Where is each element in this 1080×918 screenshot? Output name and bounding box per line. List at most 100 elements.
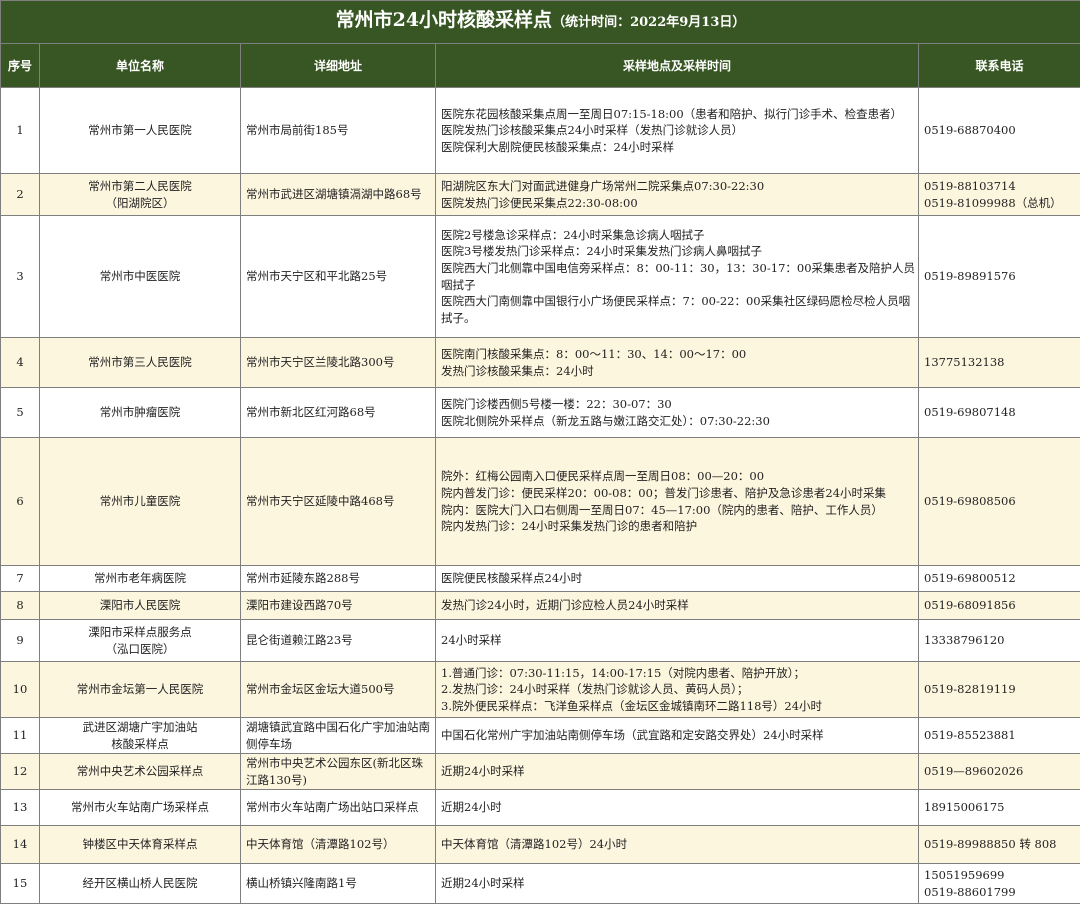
phone-line: 0519-81099988（总机） (924, 195, 1062, 210)
cell-phone: 13775132138 (918, 337, 1080, 388)
header-address: 详细地址 (240, 43, 436, 88)
table-title: 常州市24小时核酸采样点（统计时间：2022年9月13日） (0, 0, 1080, 44)
sampling-sites-sheet: 常州市24小时核酸采样点（统计时间：2022年9月13日） 序号 单位名称 详细… (0, 0, 1080, 918)
cell-address: 常州市武进区湖塘镇滆湖中路68号 (240, 173, 436, 216)
cell-unit-name: 常州中央艺术公园采样点 (39, 753, 241, 790)
phone-line: 0519-82819119 (924, 682, 1016, 697)
cell-address: 常州市天宁区延陵中路468号 (240, 437, 436, 566)
cell-no: 3 (0, 215, 40, 338)
details-line: 医院东花园核酸采集点周一至周日07:15-18:00（患者和陪护、拟行门诊手术、… (441, 106, 903, 121)
cell-details: 发热门诊24小时，近期门诊应检人员24小时采样 (435, 591, 919, 620)
cell-unit-name: 常州市第二人民医院 （阳湖院区） (39, 173, 241, 216)
address-line: 湖塘镇武宜路中国石化广宇加油站南侧停车场 (246, 719, 430, 751)
table-row: 11 武进区湖塘广宇加油站 核酸采样点 湖塘镇武宜路中国石化广宇加油站南侧停车场 中国石… (0, 717, 1080, 754)
cell-details: 近期24小时采样 (435, 863, 919, 904)
cell-address: 常州市天宁区和平北路25号 (240, 215, 436, 338)
details-line: 医院3号楼发热门诊采样点：24小时采集发热门诊病人鼻咽拭子 (441, 244, 762, 259)
name-line: 常州市火车站南广场采样点 (71, 800, 209, 815)
table-row: 7 常州市老年病医院 常州市延陵东路288号 医院便民核酸采样点24小时 0519-69… (0, 565, 1080, 592)
details-line: 阳湖院区东大门对面武进健身广场常州二院采集点07:30-22:30 (441, 178, 765, 193)
table-row: 6 常州市儿童医院 常州市天宁区延陵中路468号 院外：红梅公园南入口便民采样点周一至… (0, 437, 1080, 566)
cell-address: 常州市中央艺术公园东区(新北区珠江路130号) (240, 753, 436, 790)
phone-line: 0519-68870400 (924, 123, 1016, 138)
cell-no: 9 (0, 619, 40, 662)
details-line: 近期24小时 (441, 800, 502, 815)
cell-phone: 0519—89602026 (918, 753, 1080, 790)
name-line: （阳湖院区） (105, 195, 175, 210)
cell-no: 2 (0, 173, 40, 216)
cell-phone: 0519-69808506 (918, 437, 1080, 566)
header-name: 单位名称 (39, 43, 241, 88)
details-line: 医院便民核酸采样点24小时 (441, 571, 583, 586)
details-line: 院内发热门诊：24小时采集发热门诊的患者和陪护 (441, 519, 698, 534)
details-line: 医院门诊楼西侧5号楼一楼：22：30-07：30 (441, 396, 672, 411)
phone-line: 0519-89891576 (924, 269, 1016, 284)
cell-no: 10 (0, 661, 40, 718)
table-row: 12 常州中央艺术公园采样点 常州市中央艺术公园东区(新北区珠江路130号) 近期24… (0, 753, 1080, 790)
cell-unit-name: 常州市第一人民医院 (39, 87, 241, 174)
phone-line: 0519-88601799 (924, 884, 1016, 899)
phone-line: 15051959699 (924, 867, 1005, 882)
cell-details: 近期24小时采样 (435, 753, 919, 790)
phone-line: 0519-89988850 转 808 (924, 837, 1057, 852)
title-text: 常州市24小时核酸采样点 (335, 9, 553, 32)
table-row: 1 常州市第一人民医院 常州市局前街185号 医院东花园核酸采集点周一至周日07:15… (0, 87, 1080, 174)
address-line: 中天体育馆（清潭路102号） (246, 837, 395, 852)
address-line: 常州市天宁区延陵中路468号 (246, 494, 395, 509)
details-line: 院内：医院大门入口右侧周一至周日07：45—17:00（院内的患者、陪护、工作人… (441, 502, 883, 517)
table-row: 2 常州市第二人民医院 （阳湖院区） 常州市武进区湖塘镇滆湖中路68号 阳湖院区东大门对… (0, 173, 1080, 216)
cell-details: 医院便民核酸采样点24小时 (435, 565, 919, 592)
cell-unit-name: 常州市儿童医院 (39, 437, 241, 566)
cell-unit-name: 常州市金坛第一人民医院 (39, 661, 241, 718)
cell-address: 常州市金坛区金坛大道500号 (240, 661, 436, 718)
cell-no: 12 (0, 753, 40, 790)
cell-details: 阳湖院区东大门对面武进健身广场常州二院采集点07:30-22:30 医院发热门诊便… (435, 173, 919, 216)
address-line: 常州市局前街185号 (246, 123, 349, 138)
subtitle-text: （统计时间：2022年9月13日） (552, 15, 746, 31)
cell-no: 6 (0, 437, 40, 566)
details-line: 发热门诊24小时，近期门诊应检人员24小时采样 (441, 598, 689, 613)
name-line: 常州市儿童医院 (99, 494, 181, 509)
cell-address: 常州市延陵东路288号 (240, 565, 436, 592)
header-row: 序号 单位名称 详细地址 采样地点及采样时间 联系电话 (0, 43, 1080, 88)
name-line: 溧阳市人民医院 (99, 598, 181, 613)
name-line: 常州市第二人民医院 (88, 178, 192, 193)
table-row: 8 溧阳市人民医院 溧阳市建设西路70号 发热门诊24小时，近期门诊应检人员24小时采… (0, 591, 1080, 620)
table-row: 4 常州市第三人民医院 常州市天宁区兰陵北路300号 医院南门核酸采集点：8：00～1… (0, 337, 1080, 388)
cell-unit-name: 经开区横山桥人民医院 (39, 863, 241, 904)
name-line: 常州市老年病医院 (94, 571, 186, 586)
name-line: 常州市第三人民医院 (88, 355, 192, 370)
cell-unit-name: 钟楼区中天体育采样点 (39, 825, 241, 864)
phone-line: 0519-69808506 (924, 494, 1016, 509)
phone-line: 0519-69807148 (924, 405, 1016, 420)
cell-phone: 0519-69807148 (918, 387, 1080, 438)
cell-details: 24小时采样 (435, 619, 919, 662)
name-line: 武进区湖塘广宇加油站 (82, 719, 198, 734)
details-line: 医院发热门诊核酸采集点24小时采样（发热门诊就诊人员） (441, 123, 744, 138)
address-line: 溧阳市建设西路70号 (246, 598, 353, 613)
cell-phone: 0519-89891576 (918, 215, 1080, 338)
details-line: 医院北侧院外采样点（新龙五路与嫩江路交汇处）：07:30-22:30 (441, 413, 770, 428)
phone-line: 0519—89602026 (924, 764, 1024, 779)
sampling-sites-table: 常州市24小时核酸采样点（统计时间：2022年9月13日） 序号 单位名称 详细… (0, 0, 1080, 904)
address-line: 常州市延陵东路288号 (246, 571, 360, 586)
address-line: 常州市金坛区金坛大道500号 (246, 682, 395, 697)
cell-phone: 0519-69800512 (918, 565, 1080, 592)
address-line: 常州市新北区红河路68号 (246, 405, 376, 420)
cell-unit-name: 常州市肿瘤医院 (39, 387, 241, 438)
cell-details: 医院南门核酸采集点：8：00～11：30、14：00～17：00 发热门诊核酸采集… (435, 337, 919, 388)
details-line: 医院保利大剧院便民核酸采集点：24小时采样 (441, 139, 675, 154)
cell-details: 中天体育馆（清潭路102号）24小时 (435, 825, 919, 864)
table-row: 15 经开区横山桥人民医院 横山桥镇兴隆南路1号 近期24小时采样 1505195969… (0, 863, 1080, 904)
address-line: 昆仑街道赖江路23号 (246, 633, 353, 648)
table-row: 10 常州市金坛第一人民医院 常州市金坛区金坛大道500号 1.普通门诊：07:30-… (0, 661, 1080, 718)
cell-unit-name: 溧阳市人民医院 (39, 591, 241, 620)
cell-address: 常州市局前街185号 (240, 87, 436, 174)
details-line: 医院西大门南侧靠中国银行小广场便民采样点：7：00-22：00采集社区绿码愿检尽… (441, 294, 911, 325)
address-line: 常州市天宁区和平北路25号 (246, 269, 388, 284)
details-line: 医院发热门诊便民采集点22:30-08:00 (441, 195, 638, 210)
address-line: 横山桥镇兴隆南路1号 (246, 876, 357, 891)
cell-no: 8 (0, 591, 40, 620)
table-row: 3 常州市中医医院 常州市天宁区和平北路25号 医院2号楼急诊采样点：24小时采集急诊… (0, 215, 1080, 338)
phone-line: 0519-68091856 (924, 598, 1016, 613)
